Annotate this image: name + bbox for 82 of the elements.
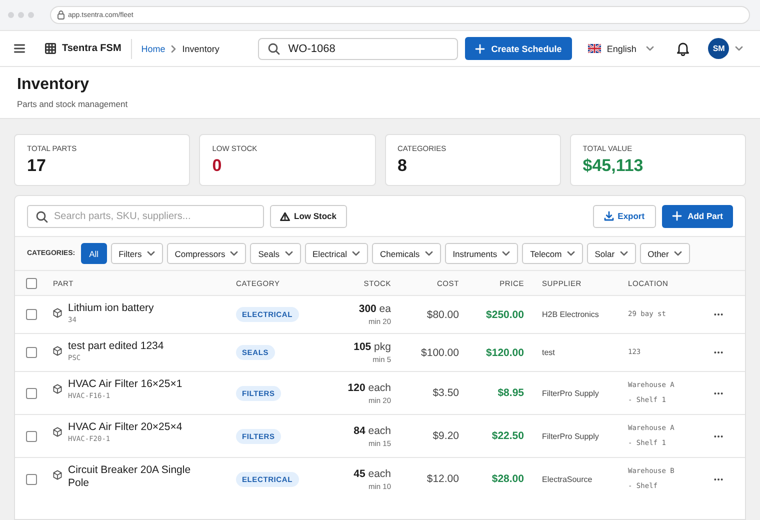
download-icon: [604, 211, 614, 221]
search-field[interactable]: WO-1068: [258, 38, 458, 60]
checkbox[interactable]: [26, 474, 37, 484]
grid-icon: [45, 43, 56, 54]
flag-icon: [588, 44, 601, 53]
price-value: $250.00: [486, 308, 524, 320]
plus-icon: [475, 44, 486, 54]
stock-quantity: 300 ea: [358, 303, 391, 315]
user-avatar[interactable]: SM: [708, 38, 730, 59]
checkbox[interactable]: [26, 347, 37, 358]
price-value: $22.50: [492, 430, 524, 442]
chevron-down-icon: [735, 46, 744, 51]
supplier-name: FilterPro Supply: [542, 388, 599, 398]
stat-value: 8: [398, 156, 408, 176]
checkbox[interactable]: [26, 388, 37, 398]
part-name[interactable]: test part edited 1234: [68, 340, 164, 353]
part-name[interactable]: Circuit Breaker 20A Single Pole: [68, 464, 208, 490]
checkbox[interactable]: [26, 278, 37, 288]
cost-value: $80.00: [426, 308, 459, 320]
more-icon[interactable]: [714, 313, 723, 316]
menu-icon[interactable]: [14, 44, 25, 53]
supplier-name: test: [542, 348, 555, 357]
part-name[interactable]: HVAC Air Filter 16×25×1: [68, 378, 182, 391]
search-field[interactable]: Search parts, SKU, suppliers...: [27, 204, 264, 228]
category-chip[interactable]: Compressors: [166, 243, 246, 264]
breadcrumb-link[interactable]: Home: [141, 44, 166, 54]
category-chip[interactable]: Filters: [110, 243, 163, 264]
stock-quantity: 120 each: [348, 382, 391, 394]
search-icon: [268, 42, 280, 54]
box-icon: [53, 308, 62, 318]
box-icon: [53, 346, 62, 356]
supplier-name: H2B Electronics: [542, 310, 599, 319]
breadcrumb-current: Inventory: [182, 44, 220, 54]
cost-value: $9.20: [432, 430, 459, 442]
supplier-name: FilterPro Supply: [542, 432, 599, 440]
part-name[interactable]: Lithium ion battery: [68, 302, 154, 315]
price-value: $8.95: [498, 387, 524, 399]
cost-value: $12.00: [426, 473, 459, 485]
more-icon[interactable]: [714, 351, 723, 354]
stock-quantity: 84 each: [354, 424, 391, 436]
chevron-right-icon: [171, 44, 176, 52]
price-value: $120.00: [486, 346, 524, 358]
cost-value: $100.00: [421, 346, 459, 358]
checkbox[interactable]: [26, 309, 37, 320]
stock-quantity: 105 pkg: [354, 341, 391, 353]
bell-icon[interactable]: [676, 41, 690, 56]
box-icon: [53, 470, 62, 480]
supplier-name: ElectraSource: [542, 474, 592, 484]
category-chip[interactable]: Seals: [250, 243, 301, 264]
price-value: $28.00: [492, 473, 524, 485]
add-part-button[interactable]: Add Part: [662, 204, 733, 228]
cost-value: $3.50: [432, 387, 459, 399]
warning-icon: [280, 212, 290, 220]
category-chip[interactable]: Electrical: [304, 243, 368, 264]
create-schedule-button[interactable]: Create Schedule: [465, 37, 572, 60]
page-title: Inventory: [17, 76, 90, 94]
search-icon: [36, 210, 48, 222]
more-icon[interactable]: [714, 392, 723, 394]
box-icon: [53, 384, 62, 394]
page-subtitle: Parts and stock management: [17, 99, 129, 109]
category-chip[interactable]: Instruments: [444, 243, 518, 264]
stat-value: 17: [27, 156, 47, 176]
stat-value: $45,113: [582, 156, 644, 176]
lock-icon: [57, 10, 65, 20]
category-chip[interactable]: All: [81, 243, 107, 264]
category-chip[interactable]: Chemicals: [372, 243, 441, 264]
part-name[interactable]: HVAC Air Filter 20×25×4: [68, 421, 182, 434]
category-chip[interactable]: Telecom: [522, 243, 583, 264]
more-icon[interactable]: [714, 434, 723, 438]
export-button[interactable]: Export: [592, 204, 656, 228]
stock-quantity: 45 each: [354, 468, 391, 480]
language-selector[interactable]: English: [588, 44, 654, 54]
checkbox[interactable]: [26, 430, 37, 442]
box-icon: [53, 427, 62, 437]
low-stock-button[interactable]: Low Stock: [270, 204, 347, 228]
category-chip[interactable]: Other: [640, 243, 690, 264]
stat-value: 0: [212, 156, 223, 176]
brand-name[interactable]: Tsentra FSM: [62, 43, 122, 54]
plus-icon: [672, 211, 682, 221]
chevron-down-icon: [646, 46, 654, 51]
category-chip[interactable]: Solar: [586, 243, 636, 264]
more-icon[interactable]: [714, 478, 723, 480]
